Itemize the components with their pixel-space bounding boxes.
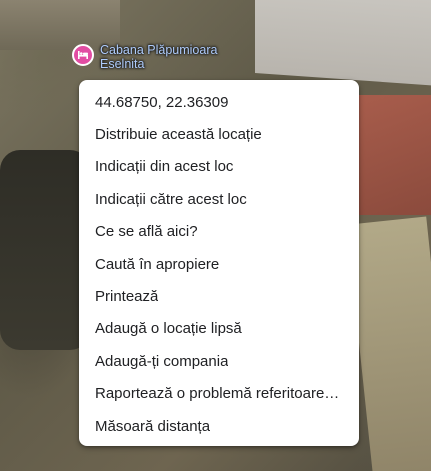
hotel-icon[interactable]: [72, 44, 94, 66]
poi-locality: Eselnita: [100, 57, 145, 71]
menu-item-label: Ce se află aici?: [95, 223, 198, 241]
menu-item-add-missing-place[interactable]: Adaugă o locație lipsă: [79, 313, 359, 345]
map-poi-marker[interactable]: Cabana Plăpumioara Eselnita: [72, 43, 217, 71]
menu-item-measure-distance[interactable]: Măsoară distanța: [79, 410, 359, 442]
menu-item-print[interactable]: Printează: [79, 280, 359, 312]
menu-item-add-business[interactable]: Adaugă-ți compania: [79, 345, 359, 377]
building-roof: [255, 0, 431, 87]
menu-item-label: Indicații din acest loc: [95, 158, 234, 176]
menu-item-label: Adaugă o locație lipsă: [95, 320, 242, 338]
menu-item-label: Indicații către acest loc: [95, 190, 247, 208]
building-roof-red: [355, 95, 431, 215]
context-menu: 44.68750, 22.36309 Distribuie această lo…: [79, 80, 359, 446]
poi-name: Cabana Plăpumioara: [100, 43, 218, 57]
poi-label[interactable]: Cabana Plăpumioara Eselnita: [100, 43, 217, 71]
menu-item-whats-here[interactable]: Ce se află aici?: [79, 216, 359, 248]
menu-item-coordinates[interactable]: 44.68750, 22.36309: [79, 86, 359, 118]
tree-shadow: [0, 150, 90, 350]
menu-item-label: Distribuie această locație: [95, 126, 262, 144]
dirt-path: [346, 216, 431, 471]
menu-item-label: Raportează o problemă referitoare la dat…: [95, 385, 343, 403]
menu-item-label: Caută în apropiere: [95, 255, 220, 273]
menu-item-label: 44.68750, 22.36309: [95, 93, 229, 111]
menu-item-search-nearby[interactable]: Caută în apropiere: [79, 248, 359, 280]
menu-item-label: Măsoară distanța: [95, 417, 211, 435]
menu-item-share-location[interactable]: Distribuie această locație: [79, 118, 359, 150]
menu-item-label: Adaugă-ți compania: [95, 352, 229, 370]
menu-item-directions-from[interactable]: Indicații din acest loc: [79, 151, 359, 183]
menu-item-label: Printează: [95, 288, 159, 306]
menu-item-directions-to[interactable]: Indicații către acest loc: [79, 183, 359, 215]
menu-item-report-problem[interactable]: Raportează o problemă referitoare la dat…: [79, 378, 359, 410]
